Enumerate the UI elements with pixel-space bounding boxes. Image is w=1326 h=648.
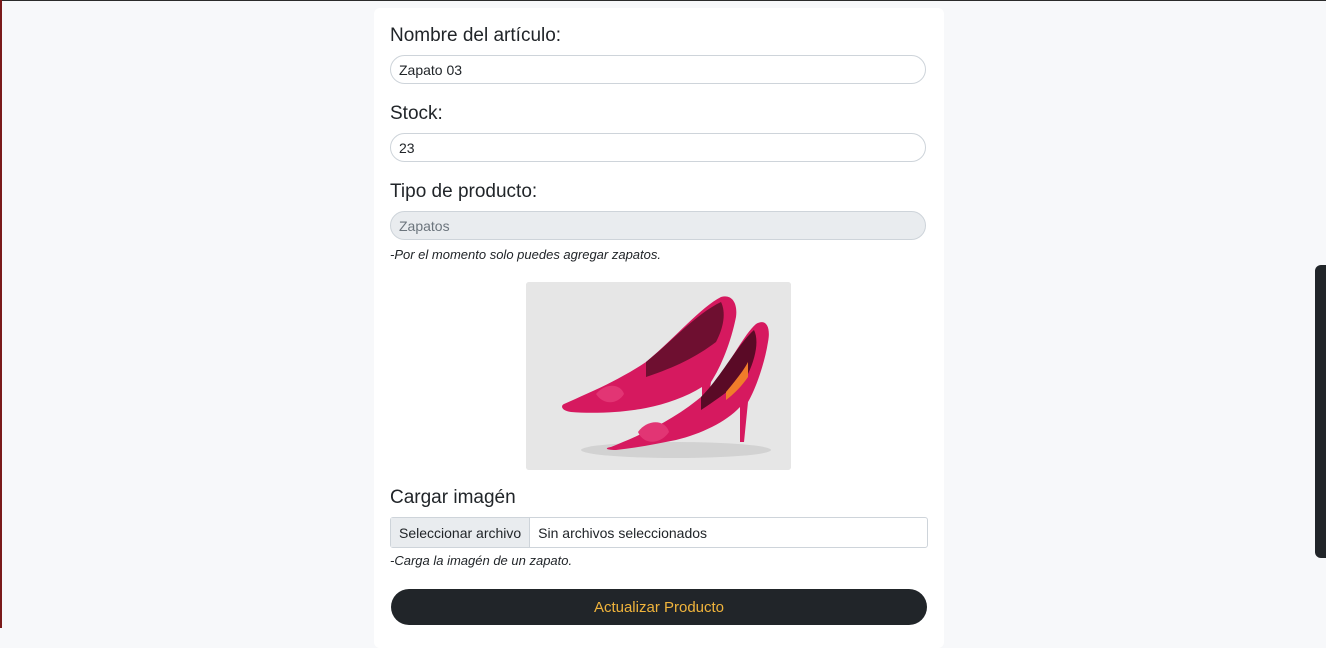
update-product-button[interactable]: Actualizar Producto xyxy=(391,589,927,625)
left-edge xyxy=(0,0,2,628)
pink-pumps-illustration xyxy=(526,282,791,470)
select-file-button[interactable]: Seleccionar archivo xyxy=(391,518,531,547)
type-label: Tipo de producto: xyxy=(390,181,538,202)
type-hint: -Por el momento solo puedes agregar zapa… xyxy=(390,247,661,262)
name-input[interactable]: Zapato 03 xyxy=(390,55,926,84)
name-label: Nombre del artículo: xyxy=(390,25,562,46)
product-form-card: Nombre del artículo: Zapato 03 Stock: 23… xyxy=(374,8,944,648)
stock-input[interactable]: 23 xyxy=(390,133,926,162)
image-hint: -Carga la imagén de un zapato. xyxy=(390,553,573,568)
product-image xyxy=(526,282,791,470)
scrollbar-thumb[interactable] xyxy=(1315,265,1326,558)
stock-label: Stock: xyxy=(390,103,443,124)
file-input[interactable]: Seleccionar archivo Sin archivos selecci… xyxy=(390,517,928,548)
type-input-value: Zapatos xyxy=(399,217,450,234)
top-border xyxy=(0,0,1326,1)
file-status: Sin archivos seleccionados xyxy=(538,524,708,541)
name-input-value: Zapato 03 xyxy=(399,61,463,78)
image-label: Cargar imagén xyxy=(390,487,516,508)
stock-input-value: 23 xyxy=(399,139,415,156)
type-input: Zapatos xyxy=(390,211,926,240)
